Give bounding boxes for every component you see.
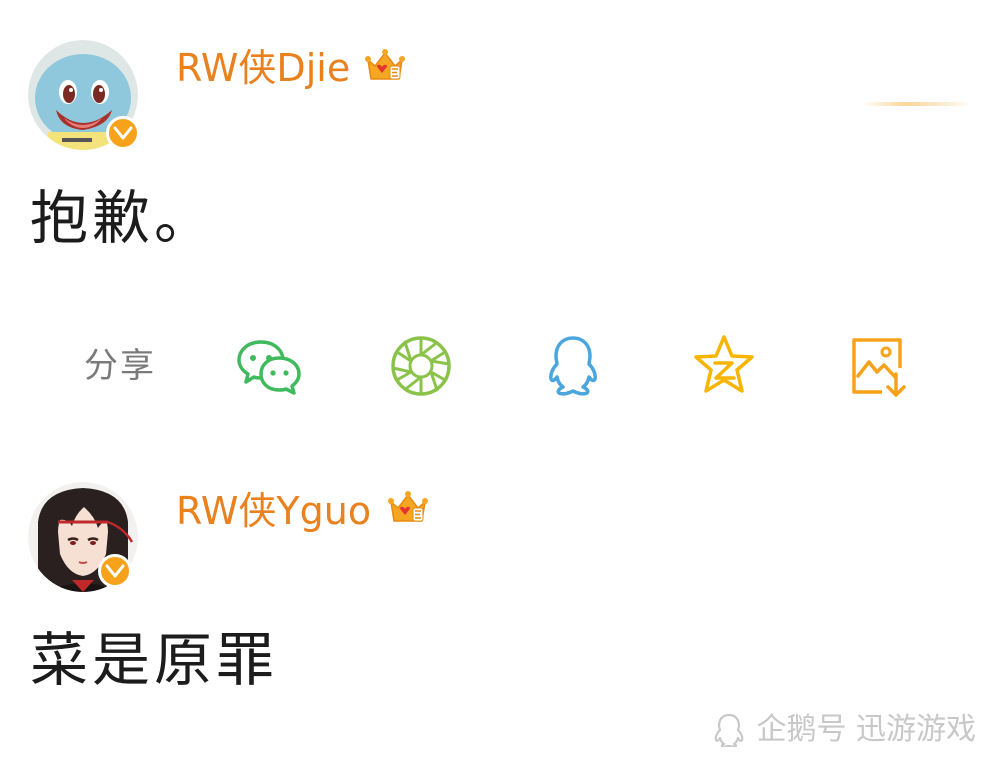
checkmark-v-icon <box>105 564 125 578</box>
share-qq-button[interactable] <box>537 330 609 402</box>
comment-text: 抱歉。 <box>30 184 217 252</box>
verified-badge <box>98 554 132 588</box>
share-moments-button[interactable] <box>385 330 457 402</box>
avatar[interactable] <box>28 482 138 592</box>
share-bar: 分享 <box>0 330 1000 400</box>
watermark-text: 企鹅号 迅游游戏 <box>756 712 976 747</box>
crown-member-icon <box>388 491 428 522</box>
moments-icon <box>391 336 451 396</box>
username[interactable]: RW侠Yguo <box>176 487 371 535</box>
qzone-icon <box>694 335 754 393</box>
avatar[interactable] <box>28 40 140 150</box>
comment-item: RW侠Djie 抱歉。 分享 <box>0 0 1000 420</box>
penguin-icon <box>715 713 744 747</box>
wechat-icon <box>237 340 301 395</box>
share-wechat-button[interactable] <box>233 330 305 402</box>
share-qzone-button[interactable] <box>688 330 760 402</box>
watermark: 企鹅号 迅游游戏 <box>712 710 976 750</box>
decorative-line <box>862 102 972 106</box>
save-image-icon <box>852 338 906 397</box>
save-image-button[interactable] <box>842 330 914 402</box>
share-label: 分享 <box>84 346 156 386</box>
username[interactable]: RW侠Djie <box>176 44 350 92</box>
comment-item: RW侠Yguo 菜是原罪 <box>0 470 1000 730</box>
verified-badge <box>106 116 140 150</box>
qq-icon <box>549 336 597 396</box>
crown-member-icon <box>365 49 405 80</box>
checkmark-v-icon <box>113 126 133 140</box>
comment-text: 菜是原罪 <box>30 626 279 694</box>
